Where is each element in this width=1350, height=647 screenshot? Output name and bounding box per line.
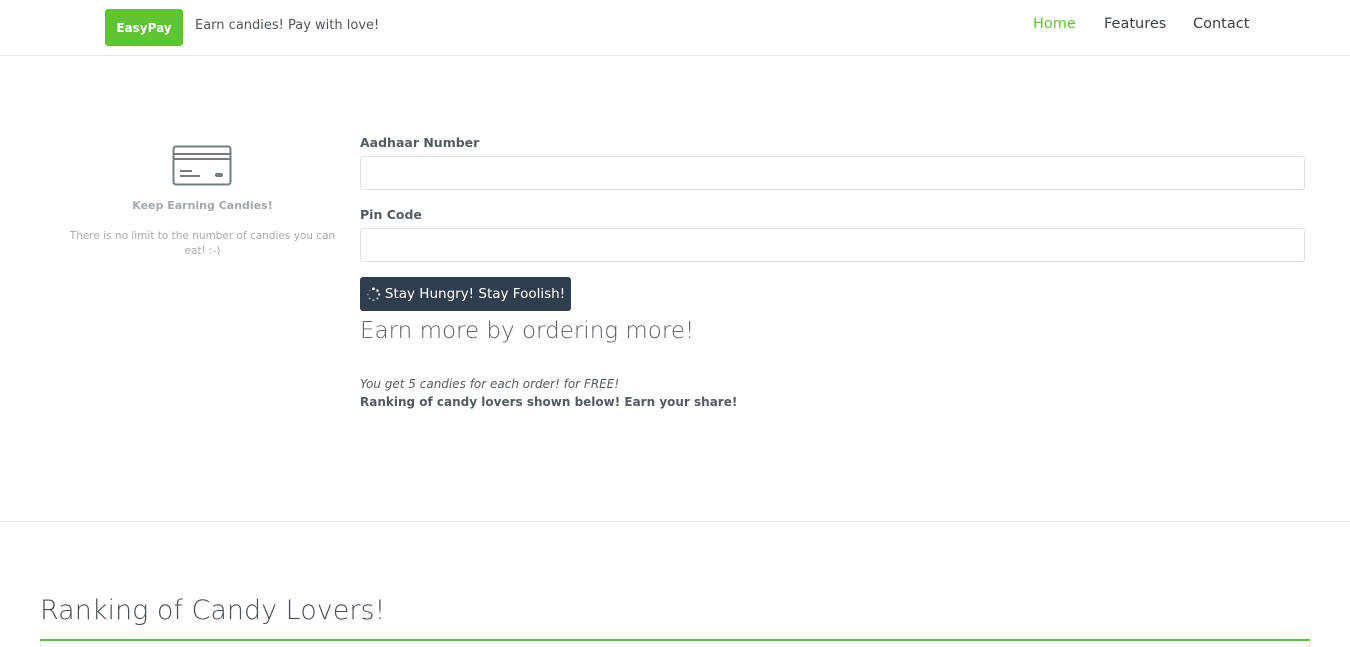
brand-logo-button[interactable]: EasyPay <box>105 9 183 46</box>
aadhaar-label: Aadhaar Number <box>360 135 480 150</box>
pin-code-label: Pin Code <box>360 207 422 222</box>
spinner-icon <box>366 286 381 301</box>
nav-home[interactable]: Home <box>1033 16 1076 32</box>
candies-per-order-note: You get 5 candies for each order! for FR… <box>360 377 620 391</box>
stay-hungry-button[interactable]: Stay Hungry! Stay Foolish! <box>360 277 571 311</box>
ranking-heading: Ranking of Candy Lovers! <box>40 595 386 626</box>
aadhaar-number-input[interactable] <box>360 156 1305 190</box>
stay-hungry-button-label: Stay Hungry! Stay Foolish! <box>384 286 566 302</box>
site-header: EasyPay Earn candies! Pay with love! Hom… <box>0 0 1350 56</box>
credit-card-icon <box>172 145 232 186</box>
ranking-callout: Ranking of candy lovers shown below! Ear… <box>360 395 738 409</box>
nav-contact[interactable]: Contact <box>1193 16 1249 32</box>
earn-more-heading: Earn more by ordering more! <box>360 318 695 344</box>
ranking-table-container <box>40 641 1310 647</box>
nav-features[interactable]: Features <box>1104 16 1166 32</box>
pin-code-input[interactable] <box>360 228 1305 262</box>
section-divider <box>0 521 1350 522</box>
feature-description: There is no limit to the number of candi… <box>69 230 336 257</box>
site-tagline: Earn candies! Pay with love! <box>195 18 380 33</box>
feature-title: Keep Earning Candies! <box>132 199 273 212</box>
